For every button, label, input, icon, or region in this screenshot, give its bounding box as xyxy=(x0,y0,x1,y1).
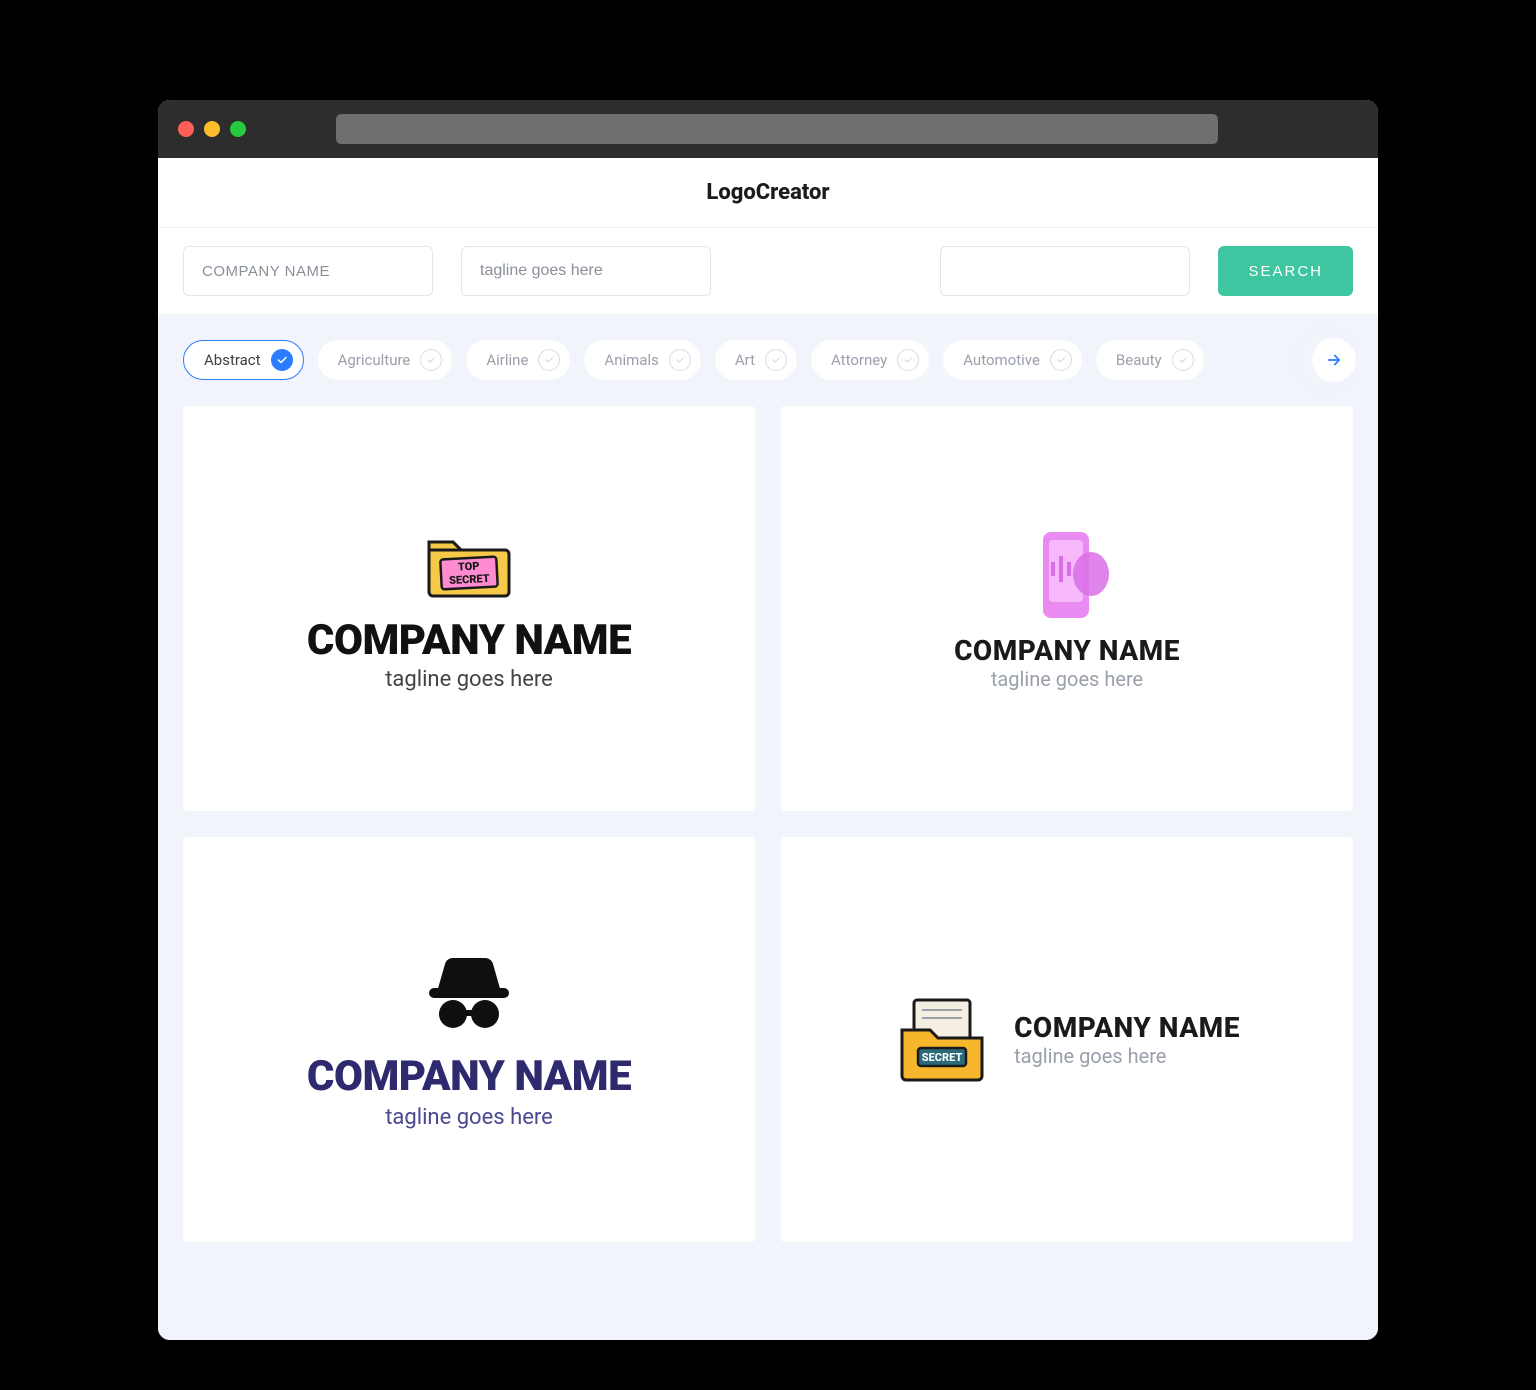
logo-card[interactable]: SECRET COMPANY NAME tagline goes here xyxy=(781,837,1353,1242)
search-button[interactable]: SEARCH xyxy=(1218,246,1353,296)
window-controls xyxy=(178,121,246,137)
logo-grid: TOP SECRET COMPANY NAME tagline goes her… xyxy=(158,406,1378,1242)
logo-preview: SECRET COMPANY NAME tagline goes here xyxy=(894,994,1240,1086)
search-row: SEARCH xyxy=(158,228,1378,314)
logo-tagline: tagline goes here xyxy=(1014,1044,1240,1068)
logo-card[interactable]: TOP SECRET COMPANY NAME tagline goes her… xyxy=(183,406,755,811)
filter-chip-animals[interactable]: Animals xyxy=(584,340,700,380)
filter-chip-airline[interactable]: Airline xyxy=(466,340,570,380)
logo-preview: COMPANY NAME tagline goes here xyxy=(307,950,631,1130)
scroll-right-button[interactable] xyxy=(1312,338,1356,382)
filter-label: Abstract xyxy=(204,351,261,369)
check-icon xyxy=(538,349,560,371)
incognito-icon xyxy=(421,950,517,1032)
logo-preview: COMPANY NAME tagline goes here xyxy=(954,526,1180,691)
logo-tagline: tagline goes here xyxy=(385,1105,553,1130)
top-secret-folder-icon: TOP SECRET xyxy=(423,526,515,600)
check-icon xyxy=(1050,349,1072,371)
window-maximize-icon[interactable] xyxy=(230,121,246,137)
brand-title: LogoCreator xyxy=(706,180,829,205)
logo-title: COMPANY NAME xyxy=(307,616,631,665)
check-icon xyxy=(669,349,691,371)
filter-label: Airline xyxy=(486,351,528,369)
app-window: LogoCreator SEARCH Abstract Agriculture xyxy=(158,100,1378,1340)
content-area: Abstract Agriculture Airline Animals xyxy=(158,314,1378,1340)
check-icon xyxy=(765,349,787,371)
filter-label: Attorney xyxy=(831,351,887,369)
filter-chip-art[interactable]: Art xyxy=(715,340,797,380)
logo-tagline: tagline goes here xyxy=(385,667,553,692)
filter-label: Animals xyxy=(604,351,658,369)
svg-text:TOP: TOP xyxy=(458,559,480,573)
logo-card[interactable]: COMPANY NAME tagline goes here xyxy=(183,837,755,1242)
filter-chip-attorney[interactable]: Attorney xyxy=(811,340,929,380)
filter-chip-agriculture[interactable]: Agriculture xyxy=(318,340,453,380)
logo-card[interactable]: COMPANY NAME tagline goes here xyxy=(781,406,1353,811)
arrow-right-icon xyxy=(1325,351,1343,369)
logo-tagline: tagline goes here xyxy=(991,667,1143,691)
phone-shape-icon xyxy=(1021,526,1113,624)
extra-input[interactable] xyxy=(940,246,1190,296)
secret-folder-icon: SECRET xyxy=(894,994,990,1086)
filter-label: Beauty xyxy=(1116,351,1162,369)
filter-chip-beauty[interactable]: Beauty xyxy=(1096,340,1204,380)
check-icon xyxy=(271,349,293,371)
logo-title: COMPANY NAME xyxy=(1014,1011,1240,1044)
filter-chip-abstract[interactable]: Abstract xyxy=(183,340,304,380)
window-minimize-icon[interactable] xyxy=(204,121,220,137)
logo-preview: TOP SECRET COMPANY NAME tagline goes her… xyxy=(307,526,631,692)
window-close-icon[interactable] xyxy=(178,121,194,137)
tagline-input[interactable] xyxy=(461,246,711,296)
filter-label: Art xyxy=(735,351,755,369)
logo-title: COMPANY NAME xyxy=(954,634,1180,667)
window-titlebar xyxy=(158,100,1378,158)
brand-header: LogoCreator xyxy=(158,158,1378,228)
check-icon xyxy=(897,349,919,371)
svg-text:SECRET: SECRET xyxy=(449,571,490,586)
filter-chip-automotive[interactable]: Automotive xyxy=(943,340,1082,380)
check-icon xyxy=(1172,349,1194,371)
logo-title: COMPANY NAME xyxy=(307,1052,631,1101)
check-icon xyxy=(420,349,442,371)
filter-label: Automotive xyxy=(963,351,1040,369)
category-filter-row: Abstract Agriculture Airline Animals xyxy=(158,314,1378,406)
svg-text:SECRET: SECRET xyxy=(922,1051,963,1064)
company-name-input[interactable] xyxy=(183,246,433,296)
filter-label: Agriculture xyxy=(338,351,411,369)
browser-url-bar[interactable] xyxy=(336,114,1218,144)
